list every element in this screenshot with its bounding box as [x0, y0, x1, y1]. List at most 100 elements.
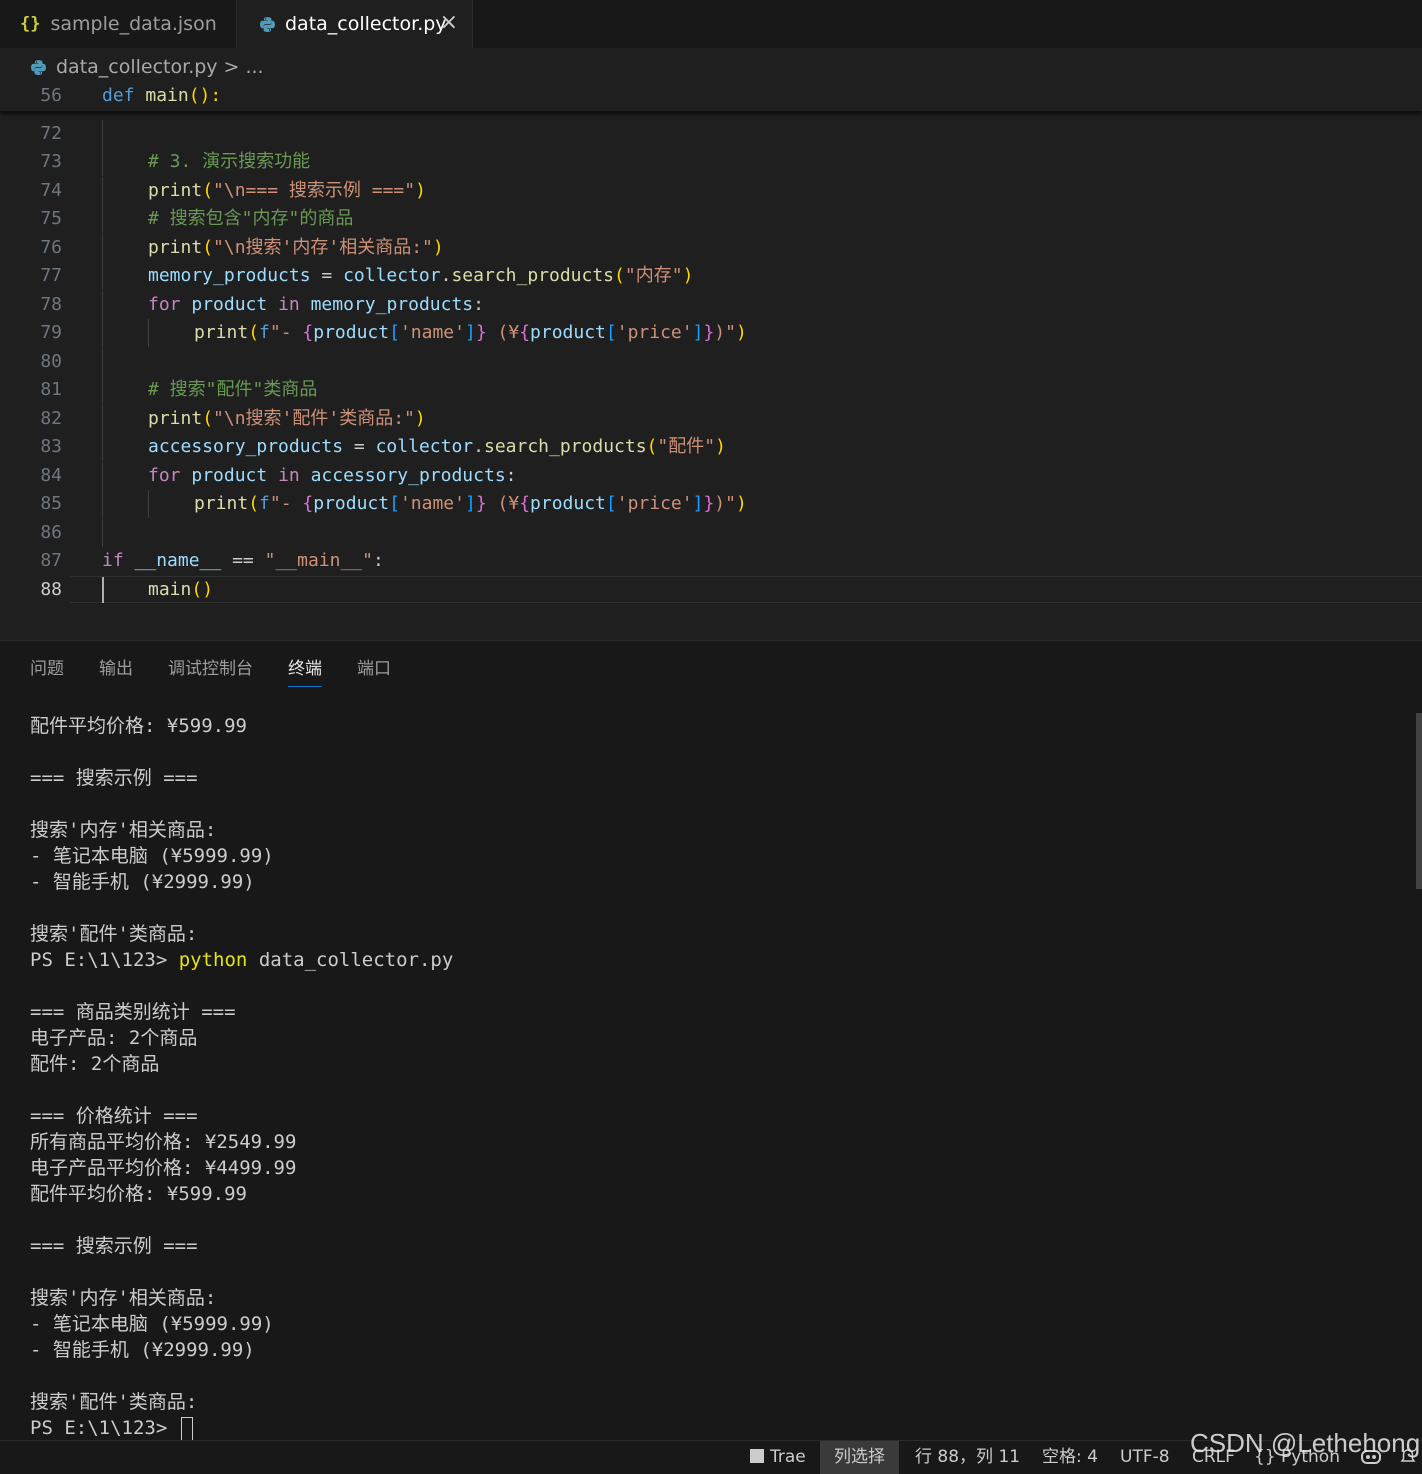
- breadcrumb-separator: >: [223, 56, 240, 78]
- terminal-output[interactable]: 配件平均价格: ¥599.99 === 搜索示例 === 搜索'内存'相关商品: - …: [30, 713, 453, 1441]
- indentation-spaces[interactable]: 空格: 4: [1042, 1441, 1098, 1474]
- tab-data-collector-py[interactable]: data_collector.py ×: [237, 0, 473, 48]
- line-number: 84: [40, 465, 62, 486]
- copilot-icon[interactable]: [1360, 1441, 1382, 1474]
- terminal-line: === 搜索示例 ===: [30, 767, 198, 789]
- text-cursor: [102, 577, 104, 603]
- terminal-line: 电子产品平均价格: ¥4499.99: [30, 1157, 297, 1179]
- indent-guide: [102, 462, 103, 490]
- code-line-81[interactable]: 81 # 搜索"配件"类商品: [0, 376, 1422, 404]
- python-file-icon: [31, 59, 46, 75]
- indent-guide: [102, 205, 103, 233]
- file-encoding[interactable]: UTF-8: [1120, 1441, 1170, 1474]
- terminal-line: - 智能手机 (¥2999.99): [30, 1339, 255, 1361]
- terminal-line: 配件: 2个商品: [30, 1053, 160, 1075]
- code-line-79[interactable]: 79 print(f"- {product['name']} (¥{produc…: [0, 319, 1422, 347]
- terminal-line: 所有商品平均价格: ¥2549.99: [30, 1131, 297, 1153]
- trae-status-item[interactable]: Trae: [750, 1441, 806, 1474]
- terminal-command: python: [178, 949, 248, 971]
- tab-problems[interactable]: 问题: [30, 657, 64, 687]
- line-number: 86: [40, 522, 62, 543]
- code-text: memory_products = collector.search_produ…: [148, 265, 694, 286]
- breadcrumb-file[interactable]: data_collector.py: [56, 56, 218, 78]
- code-line: def main():: [102, 85, 222, 106]
- panel-tabs: 问题 输出 调试控制台 终端 端口: [30, 657, 426, 687]
- terminal-line: PS E:\1\123>: [30, 1415, 453, 1441]
- terminal-line: === 商品类别统计 ===: [30, 1001, 236, 1023]
- indent-guide: [102, 490, 103, 518]
- tab-terminal[interactable]: 终端: [288, 657, 322, 687]
- trae-label: Trae: [770, 1447, 806, 1467]
- end-of-line[interactable]: CRLF: [1192, 1441, 1235, 1474]
- line-number: 88: [40, 579, 62, 600]
- close-tab-icon[interactable]: ×: [440, 10, 458, 35]
- code-comment: # 3. 演示搜索功能: [148, 151, 311, 172]
- code-line-77[interactable]: 77 memory_products = collector.search_pr…: [0, 262, 1422, 290]
- line-number: 74: [40, 180, 62, 201]
- column-selection-mode[interactable]: 列选择: [820, 1441, 899, 1474]
- terminal-cursor: [180, 1416, 193, 1441]
- code-line-83[interactable]: 83 accessory_products = collector.search…: [0, 433, 1422, 461]
- code-line-72[interactable]: 72: [0, 120, 1422, 148]
- editor-tab-bar: {} sample_data.json data_collector.py ×: [0, 0, 1422, 48]
- tab-debug-console[interactable]: 调试控制台: [168, 657, 253, 687]
- indent-guide: [102, 376, 103, 404]
- terminal-scrollbar[interactable]: [1416, 713, 1422, 889]
- code-line-75[interactable]: 75 # 搜索包含"内存"的商品: [0, 205, 1422, 233]
- indent-guide: [102, 319, 103, 347]
- terminal-command-arg: data_collector.py: [258, 949, 454, 971]
- code-line-78[interactable]: 78 for product in memory_products:: [0, 291, 1422, 319]
- status-bar: Trae 列选择 行 88，列 11 空格: 4 UTF-8 CRLF {} P…: [0, 1440, 1422, 1474]
- code-line-82[interactable]: 82 print("\n搜索'配件'类商品:"): [0, 405, 1422, 433]
- code-line-87[interactable]: 87 if __name__ == "__main__":: [0, 547, 1422, 575]
- line-number: 77: [40, 265, 62, 286]
- terminal-line: 搜索'内存'相关商品:: [30, 819, 217, 841]
- tab-ports[interactable]: 端口: [357, 657, 391, 687]
- cursor-position[interactable]: 行 88，列 11: [915, 1441, 1020, 1474]
- terminal-line: === 搜索示例 ===: [30, 1235, 198, 1257]
- notifications-bell-icon[interactable]: [1400, 1441, 1416, 1474]
- code-line-73[interactable]: 73 # 3. 演示搜索功能: [0, 148, 1422, 176]
- code-line-86[interactable]: 86: [0, 519, 1422, 547]
- indent-guide: [148, 490, 149, 518]
- code-line-85[interactable]: 85 print(f"- {product['name']} (¥{produc…: [0, 490, 1422, 518]
- sticky-scroll-header[interactable]: 56 def main():: [0, 82, 1422, 111]
- breadcrumb-more[interactable]: ...: [245, 56, 263, 78]
- tab-label: data_collector.py: [285, 13, 447, 35]
- code-line-74[interactable]: 74 print("\n=== 搜索示例 ==="): [0, 177, 1422, 205]
- tab-label: sample_data.json: [50, 13, 217, 35]
- code-comment: # 搜索"配件"类商品: [148, 379, 318, 400]
- line-number: 75: [40, 208, 62, 229]
- code-line-84[interactable]: 84 for product in accessory_products:: [0, 462, 1422, 490]
- code-text: if __name__ == "__main__":: [102, 550, 384, 571]
- tab-output[interactable]: 输出: [99, 657, 133, 687]
- code-text: for product in accessory_products:: [148, 465, 517, 486]
- code-text: main(): [148, 579, 214, 600]
- line-number: 81: [40, 379, 62, 400]
- code-comment: # 搜索包含"内存"的商品: [148, 208, 354, 229]
- json-file-icon: {}: [20, 14, 41, 34]
- line-number: 87: [40, 550, 62, 571]
- line-number: 78: [40, 294, 62, 315]
- code-line-80[interactable]: 80: [0, 348, 1422, 376]
- line-number: 76: [40, 237, 62, 258]
- terminal-line: === 价格统计 ===: [30, 1105, 198, 1127]
- indent-guide: [102, 433, 103, 461]
- line-number: 72: [40, 123, 62, 144]
- terminal-line: PS E:\1\123> python data_collector.py: [30, 947, 453, 973]
- code-line-76[interactable]: 76 print("\n搜索'内存'相关商品:"): [0, 234, 1422, 262]
- code-editor[interactable]: p ( g y , { _ ) ) 56 def main(): 72 73 #…: [0, 82, 1422, 638]
- language-mode[interactable]: {} Python: [1254, 1441, 1340, 1474]
- indent-guide: [102, 291, 103, 319]
- code-text: print("\n搜索'配件'类商品:"): [148, 408, 426, 429]
- code-line-88[interactable]: 88 main(): [0, 576, 1422, 604]
- tab-sample-data-json[interactable]: {} sample_data.json: [0, 0, 237, 48]
- line-number: 73: [40, 151, 62, 172]
- terminal-line: - 笔记本电脑 (¥5999.99): [30, 1313, 274, 1335]
- indent-guide: [102, 234, 103, 262]
- code-text: print("\n搜索'内存'相关商品:"): [148, 237, 444, 258]
